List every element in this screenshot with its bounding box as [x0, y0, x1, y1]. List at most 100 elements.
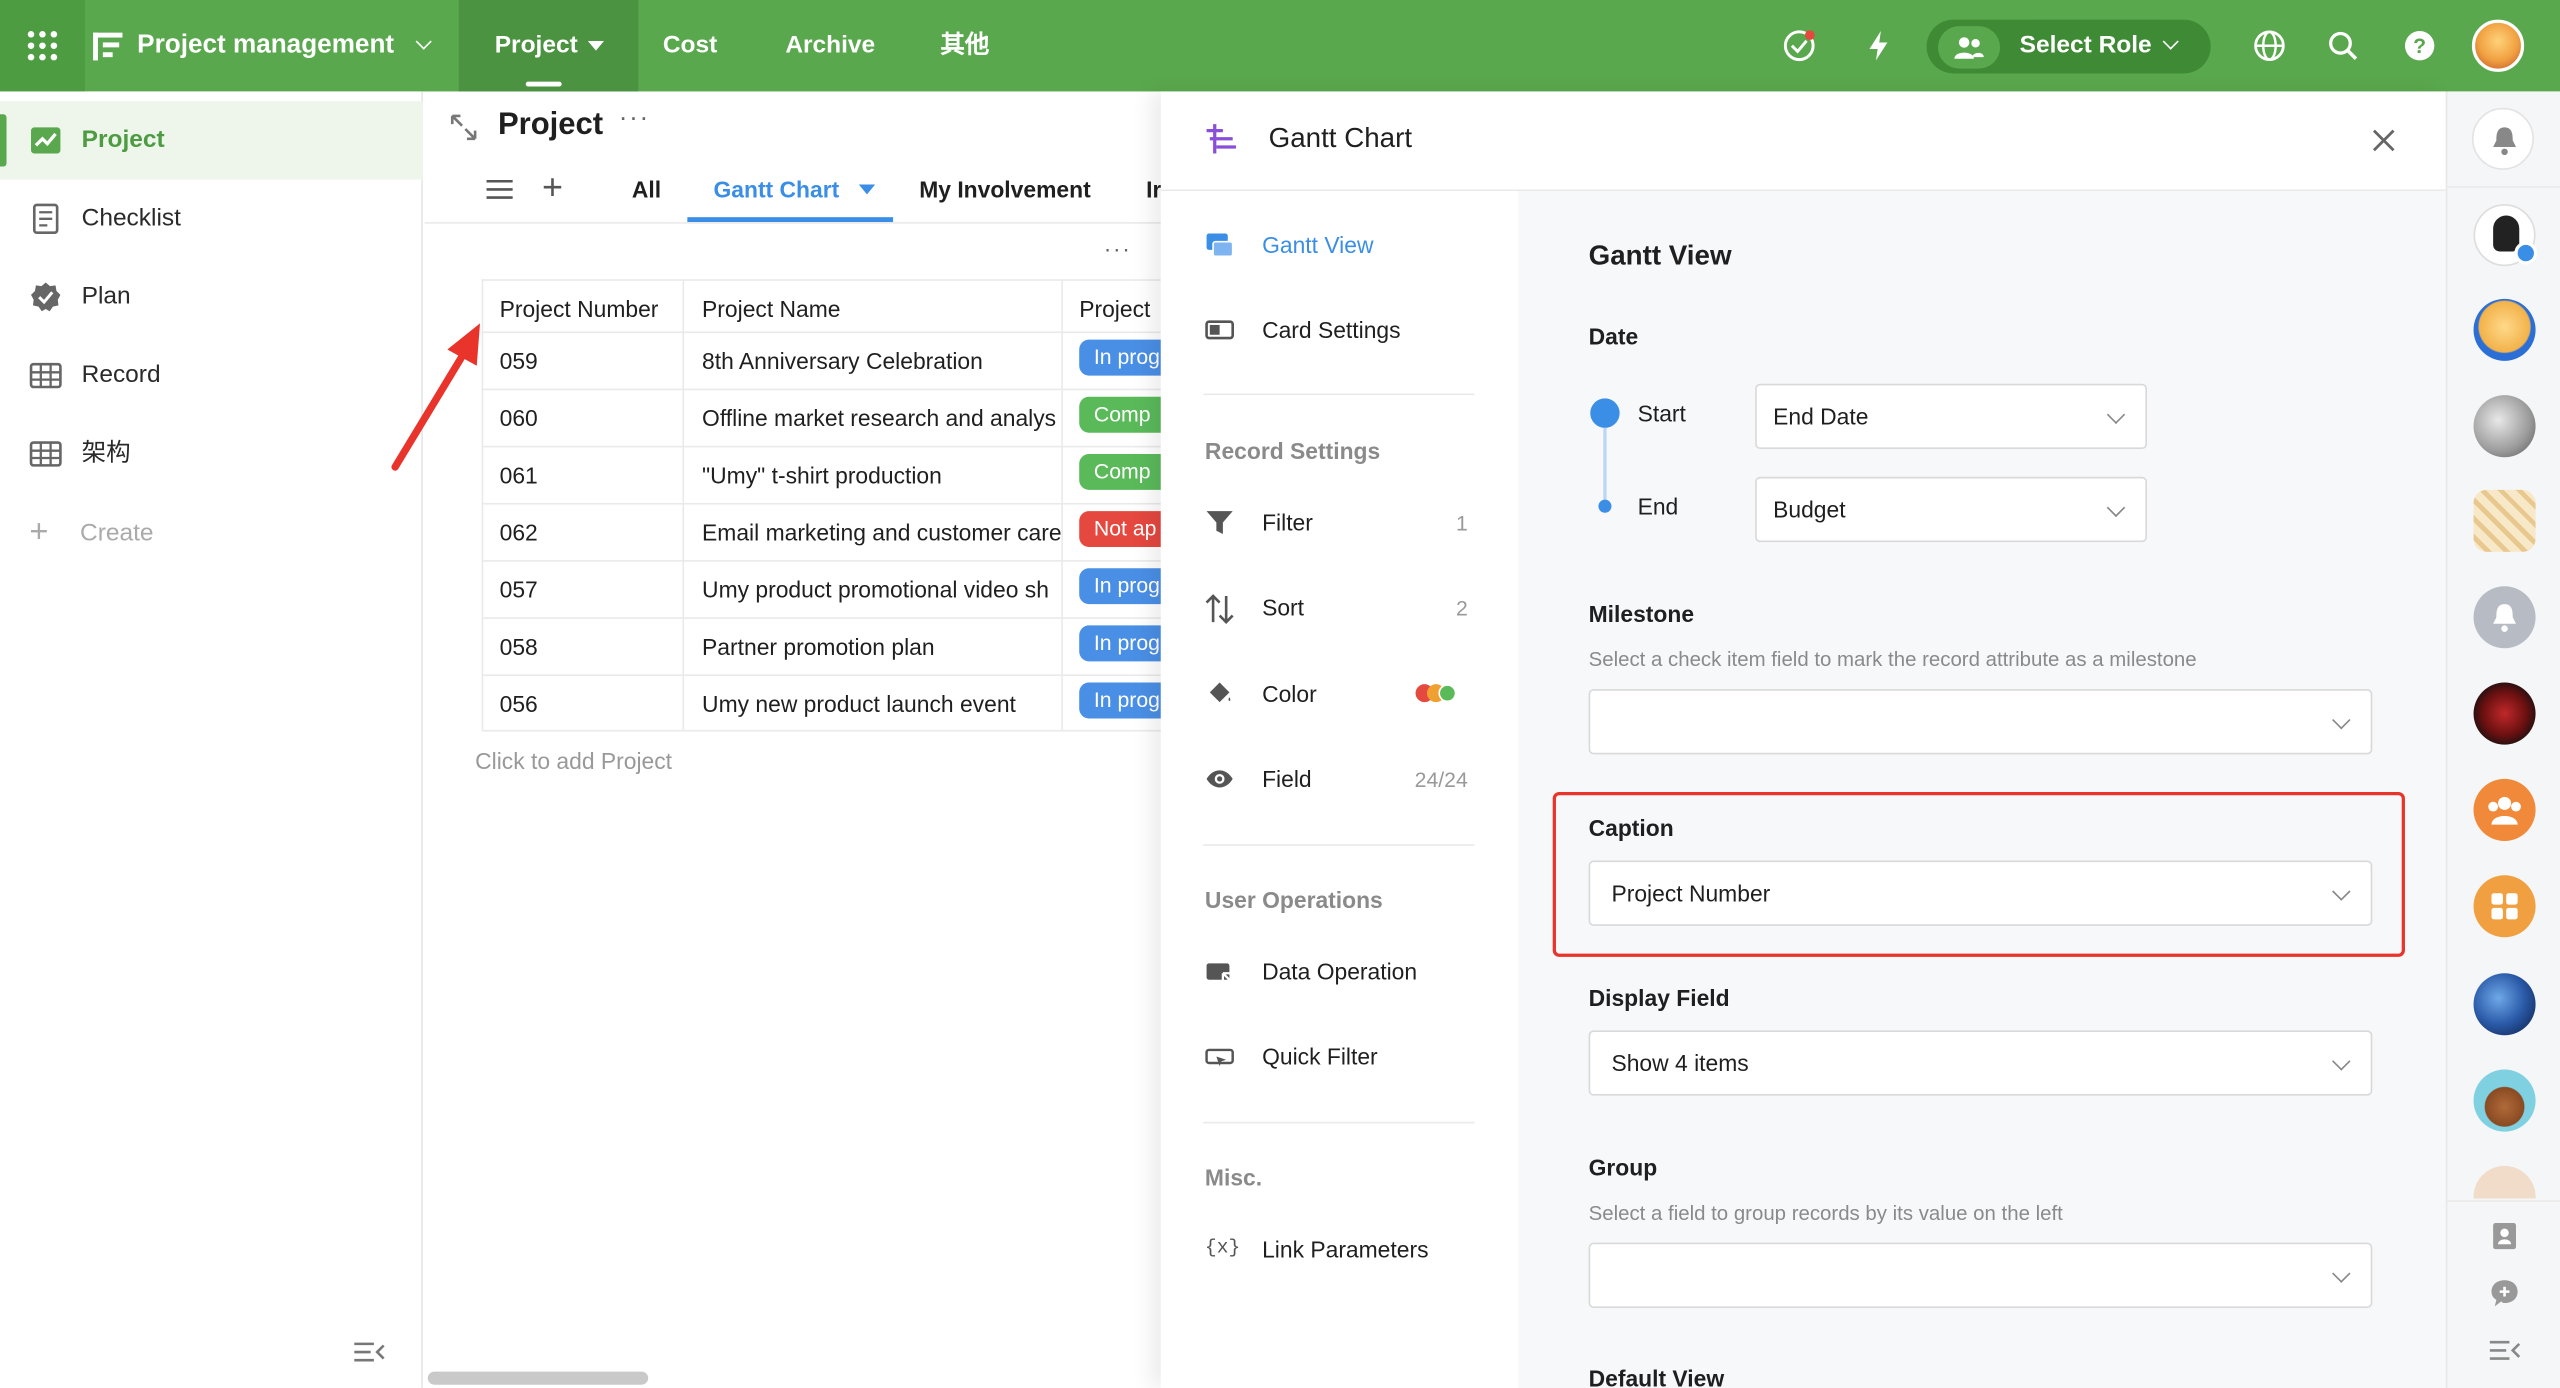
contacts-icon[interactable] [2490, 1221, 2519, 1250]
app-title[interactable]: Project management [137, 0, 394, 91]
tab-cost[interactable]: Cost [663, 0, 717, 91]
header-top-line [481, 279, 1161, 281]
start-label: Start [1637, 400, 1686, 427]
rail-divider [2447, 186, 2560, 188]
nav-link-parameters[interactable]: Link Parameters [1262, 1236, 1428, 1262]
add-chat-icon[interactable] [2490, 1279, 2519, 1308]
nav-sort[interactable]: Sort [1262, 594, 1304, 620]
column-header-project-status[interactable]: Project [1079, 296, 1161, 322]
display-field-select[interactable]: Show 4 items [1588, 1030, 2373, 1096]
sidebar-item-project[interactable] [0, 101, 423, 180]
flash-icon[interactable] [1861, 28, 1897, 64]
notification-button[interactable] [2471, 107, 2534, 170]
todo-check-icon[interactable] [1781, 28, 1817, 64]
view-tab-truncated[interactable]: Ir [1146, 176, 1161, 202]
start-dot-icon [1590, 398, 1620, 428]
expand-icon[interactable] [449, 113, 478, 142]
tab-archive[interactable]: Archive [785, 0, 875, 91]
sidebar-item-architecture[interactable]: 架构 [82, 438, 131, 471]
row-divider [481, 445, 1161, 448]
red-arrow-annotation-icon [391, 323, 481, 471]
nav-data-operation[interactable]: Data Operation [1262, 959, 1417, 985]
search-icon[interactable] [2325, 28, 2361, 64]
nav-gantt-view[interactable]: Gantt View [1262, 232, 1373, 258]
end-dot-icon [1598, 499, 1612, 513]
avatar[interactable] [2473, 204, 2538, 267]
svg-text:?: ? [2413, 35, 2426, 58]
tab-project[interactable]: Project [495, 0, 578, 91]
group-select[interactable] [1588, 1242, 2373, 1308]
sort-icon [1205, 594, 1234, 624]
column-header-project-number[interactable]: Project Number [500, 296, 659, 322]
collapse-rail-icon[interactable] [2488, 1337, 2521, 1363]
avatar[interactable] [2473, 1069, 2536, 1132]
sidebar-item-checklist[interactable]: Checklist [82, 202, 181, 235]
nav-divider [1203, 844, 1475, 846]
add-record-hint[interactable]: Click to add Project [475, 748, 672, 774]
sidebar-item-record[interactable]: Record [82, 359, 161, 392]
milestone-select[interactable] [1588, 689, 2373, 755]
cell-project-number: 061 [499, 462, 538, 489]
caret-down-icon[interactable] [587, 40, 605, 52]
content-heading: Gantt View [1588, 240, 1732, 272]
help-icon[interactable]: ? [2402, 28, 2438, 64]
nav-filter[interactable]: Filter [1262, 509, 1313, 535]
avatar[interactable] [2473, 395, 2536, 458]
user-avatar[interactable] [2471, 19, 2525, 72]
nav-section-record-settings: Record Settings [1204, 437, 1381, 464]
avatar[interactable] [2473, 973, 2536, 1036]
caret-down-icon[interactable] [858, 184, 876, 196]
sheet-title: Project [497, 107, 604, 143]
avatar[interactable] [2473, 682, 2536, 745]
table-more-icon[interactable]: ··· [1104, 235, 1132, 261]
start-date-select[interactable]: End Date [1755, 383, 2148, 450]
avatar[interactable] [2473, 875, 2536, 938]
sidebar-item-label[interactable]: Project [82, 124, 165, 157]
sidebar-create[interactable]: Create [80, 518, 154, 551]
sidebar-item-plan[interactable]: Plan [82, 281, 131, 314]
display-field-label: Display Field [1588, 984, 1730, 1011]
milestone-label: Milestone [1588, 600, 1695, 628]
collapse-sidebar-icon[interactable] [353, 1339, 386, 1365]
view-tab-my-involvement[interactable]: My Involvement [919, 176, 1090, 202]
close-icon[interactable] [2371, 127, 2397, 153]
data-operation-icon [1206, 963, 1234, 984]
column-header-project-name[interactable]: Project Name [702, 296, 840, 322]
card-settings-icon [1205, 320, 1234, 340]
avatar[interactable] [2473, 489, 2536, 552]
globe-icon[interactable] [2251, 28, 2287, 64]
plus-icon[interactable]: + [29, 516, 48, 549]
horizontal-scrollbar[interactable] [427, 1371, 649, 1385]
add-view-icon[interactable]: + [542, 167, 563, 207]
nav-card-settings[interactable]: Card Settings [1262, 317, 1400, 343]
nav-field[interactable]: Field [1262, 766, 1312, 792]
header-bottom-line [481, 331, 1161, 334]
tab-other[interactable]: 其他 [940, 0, 989, 91]
view-tab-gantt-chart[interactable]: Gantt Chart [713, 176, 839, 202]
checklist-icon [32, 203, 59, 234]
field-count: 24/24 [1414, 767, 1468, 792]
avatar[interactable] [2473, 586, 2536, 649]
panel-title: Gantt Chart [1268, 122, 1413, 154]
cell-project-name: Umy product promotional video sh [702, 576, 1049, 603]
view-tab-all[interactable]: All [632, 176, 661, 202]
app-grid-button[interactable] [0, 0, 85, 92]
milestone-description: Select a check item field to mark the re… [1588, 648, 2197, 672]
avatar[interactable] [2473, 778, 2536, 841]
chevron-down-icon [2332, 710, 2351, 730]
select-role-label[interactable]: Select Role [2020, 0, 2152, 91]
menu-list-icon[interactable] [485, 176, 514, 202]
nav-quick-filter[interactable]: Quick Filter [1262, 1043, 1378, 1069]
nav-divider [1203, 393, 1475, 396]
people-icon [1954, 37, 1984, 59]
more-icon[interactable]: ··· [619, 105, 650, 134]
tab-underline [525, 81, 562, 87]
nav-color[interactable]: Color [1262, 681, 1317, 707]
row-divider [481, 729, 1161, 732]
row-divider [481, 617, 1161, 619]
avatar[interactable] [2473, 298, 2536, 361]
gantt-view-icon [1206, 233, 1234, 258]
end-date-select[interactable]: Budget [1755, 476, 2148, 543]
date-label: Date [1588, 323, 1639, 350]
caption-highlight-box [1552, 791, 2405, 957]
